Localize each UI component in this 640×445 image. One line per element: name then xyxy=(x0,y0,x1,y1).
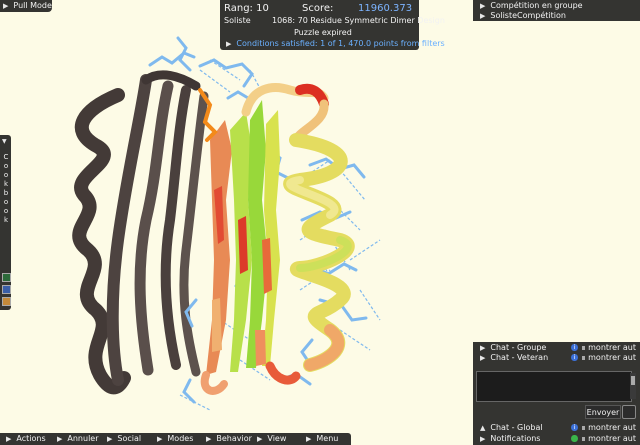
conditions-text: Conditions satisfied: 1 of 1, 470.0 poin… xyxy=(236,39,445,48)
info-icon[interactable]: i xyxy=(571,354,578,361)
expand-triangle-icon: ▶ xyxy=(3,1,9,10)
menu-view[interactable]: ▶ View xyxy=(257,434,286,443)
cookbook-folder-icon[interactable] xyxy=(2,285,11,294)
cookbook-label: Cookbook xyxy=(3,153,9,224)
expand-triangle-icon: ▶ xyxy=(206,434,212,443)
menu-behavior[interactable]: ▶ Behavior xyxy=(206,434,252,443)
solo-competition-item[interactable]: ▶ SolisteCompétition xyxy=(480,11,566,20)
pull-mode-button[interactable]: ▶ Pull Mode xyxy=(0,0,52,12)
checkbox-icon[interactable] xyxy=(581,355,586,360)
chat-global-label: Chat - Global xyxy=(490,423,543,432)
checkbox-icon[interactable] xyxy=(581,345,586,350)
info-icon[interactable]: i xyxy=(571,424,578,431)
expand-triangle-icon: ▶ xyxy=(257,434,263,443)
expand-triangle-icon: ▶ xyxy=(480,11,486,20)
info-icon[interactable]: i xyxy=(571,344,578,351)
menu-social-label: Social xyxy=(117,434,142,443)
cookbook-doc-icon[interactable] xyxy=(2,273,11,282)
puzzle-status: Puzzle expired xyxy=(294,28,352,37)
menu-view-label: View xyxy=(267,434,287,443)
bottom-menu-bar: ▶ Actions ▶ Annuler ▶ Social ▶ Modes ▶ B… xyxy=(0,433,351,445)
menu-social[interactable]: ▶ Social xyxy=(107,434,141,443)
rank-value: 10 xyxy=(256,3,269,14)
menu-main-label: Menu xyxy=(316,434,339,443)
cookbook-tab[interactable]: ▼ Cookbook xyxy=(0,135,11,310)
expand-triangle-icon: ▶ xyxy=(480,1,486,10)
expand-triangle-icon: ▶ xyxy=(480,434,486,443)
checkbox-icon[interactable] xyxy=(581,425,586,430)
clock-icon[interactable] xyxy=(622,405,636,419)
puzzle-title: 1068: 70 Residue Symmetric Dimer Design xyxy=(272,16,445,25)
competition-group-item[interactable]: ▶ Compétition en groupe xyxy=(480,1,583,10)
menu-undo-label: Annuler xyxy=(67,434,99,443)
menu-actions[interactable]: ▶ Actions xyxy=(6,434,46,443)
expand-triangle-icon: ▶ xyxy=(6,434,12,443)
expand-triangle-icon: ▶ xyxy=(480,353,486,362)
send-button[interactable]: Envoyer xyxy=(585,405,621,419)
chat-message-input[interactable] xyxy=(476,371,632,402)
menu-actions-label: Actions xyxy=(16,434,46,443)
mode-label: Soliste xyxy=(224,16,251,25)
expand-triangle-icon: ▶ xyxy=(226,39,232,48)
expand-triangle-icon: ▶ xyxy=(107,434,113,443)
competition-group-label: Compétition en groupe xyxy=(490,1,583,10)
chat-panel: ▶ Chat - Groupe i montrer aut ▶ Chat - V… xyxy=(473,342,640,445)
expand-triangle-icon: ▶ xyxy=(57,434,63,443)
status-icon[interactable] xyxy=(571,435,578,442)
notifications-label: Notifications xyxy=(490,434,541,443)
score-value: 11960.373 xyxy=(358,3,413,14)
chat-group-label: Chat - Groupe xyxy=(490,343,547,352)
collapse-triangle-icon: ▼ xyxy=(2,138,7,145)
scrollbar-thumb[interactable] xyxy=(631,376,635,385)
expand-triangle-icon: ▶ xyxy=(157,434,163,443)
menu-undo[interactable]: ▶ Annuler xyxy=(57,434,99,443)
rank-label: Rang: xyxy=(224,3,253,14)
show-all-label: montrer aut xyxy=(588,423,637,432)
chat-group-tab[interactable]: ▶ Chat - Groupe i montrer aut xyxy=(480,343,636,352)
show-all-label: montrer aut xyxy=(588,343,637,352)
chat-veteran-label: Chat - Veteran xyxy=(490,353,549,362)
pull-mode-label: Pull Mode xyxy=(13,1,52,10)
cookbook-recipe-icon[interactable] xyxy=(2,297,11,306)
solo-competition-label: SolisteCompétition xyxy=(490,11,566,20)
expand-triangle-icon: ▶ xyxy=(480,343,486,352)
chat-scrollbar[interactable] xyxy=(630,373,636,399)
partner-chain xyxy=(72,70,209,395)
checkbox-icon[interactable] xyxy=(581,436,586,441)
competition-panel: ▶ Compétition en groupe ▶ SolisteCompéti… xyxy=(473,0,640,21)
collapse-triangle-icon: ▲ xyxy=(480,423,486,432)
score-panel: Rang: 10 Score: 11960.373 Soliste 1068: … xyxy=(220,0,445,50)
chat-veteran-tab[interactable]: ▶ Chat - Veteran i montrer aut xyxy=(480,353,636,362)
helix xyxy=(283,133,355,372)
menu-modes-label: Modes xyxy=(167,434,194,443)
chat-global-tab[interactable]: ▲ Chat - Global i montrer aut xyxy=(480,423,636,432)
conditions-toggle[interactable]: ▶ Conditions satisfied: 1 of 1, 470.0 po… xyxy=(226,39,445,48)
show-all-label: montrer aut xyxy=(588,434,637,443)
notifications-tab[interactable]: ▶ Notifications montrer aut xyxy=(480,434,636,443)
score-label: Score: xyxy=(302,3,334,14)
beta-sheet xyxy=(206,100,280,375)
menu-behavior-label: Behavior xyxy=(216,434,252,443)
menu-main[interactable]: ▶ Menu xyxy=(306,434,338,443)
menu-modes[interactable]: ▶ Modes xyxy=(157,434,193,443)
expand-triangle-icon: ▶ xyxy=(306,434,312,443)
show-all-label: montrer aut xyxy=(588,353,637,362)
